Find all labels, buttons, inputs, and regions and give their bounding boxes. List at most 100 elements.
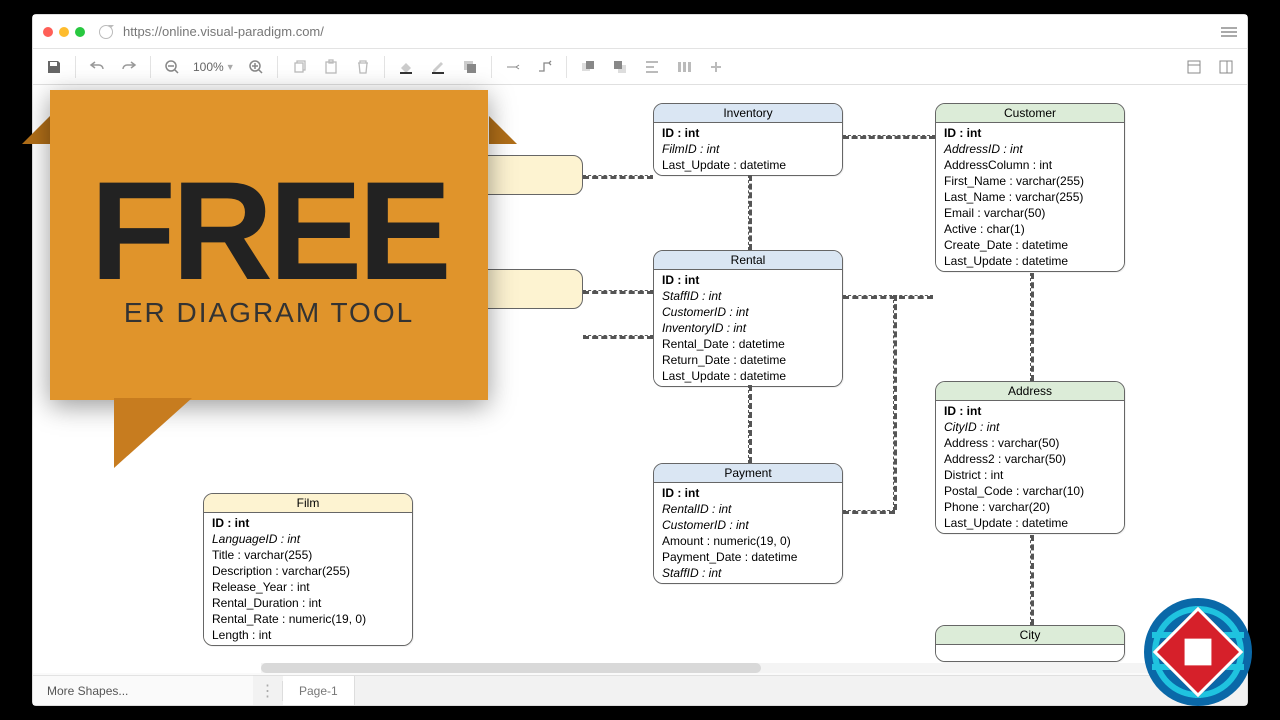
distribute-icon[interactable] bbox=[669, 53, 699, 81]
zoom-in-icon[interactable] bbox=[241, 53, 271, 81]
line-color-icon[interactable] bbox=[423, 53, 453, 81]
entity-field: Description : varchar(255) bbox=[204, 563, 412, 579]
entity-field: AddressColumn : int bbox=[936, 157, 1124, 173]
entity-rental[interactable]: Rental ID : intStaffID : intCustomerID :… bbox=[653, 250, 843, 387]
page-tabs: ⋮ Page-1 bbox=[253, 675, 1247, 705]
entity-title: City bbox=[936, 626, 1124, 645]
horizontal-scrollbar[interactable] bbox=[261, 663, 1225, 673]
entity-field: Rental_Duration : int bbox=[204, 595, 412, 611]
scrollbar-thumb[interactable] bbox=[261, 663, 761, 673]
entity-stub[interactable] bbox=[393, 269, 583, 309]
entity-field: Rental_Date : datetime bbox=[654, 336, 842, 352]
entity-field: Postal_Code : varchar(10) bbox=[936, 483, 1124, 499]
entity-field: Length : int bbox=[204, 627, 412, 643]
entity-field: Address : varchar(50) bbox=[936, 435, 1124, 451]
chevron-down-icon: ▼ bbox=[226, 62, 235, 72]
entity-city[interactable]: City bbox=[935, 625, 1125, 662]
entity-body: ID : intLanguageID : intTitle : varchar(… bbox=[204, 513, 412, 645]
entity-payment[interactable]: Payment ID : intRentalID : intCustomerID… bbox=[653, 463, 843, 584]
window-controls[interactable] bbox=[43, 27, 85, 37]
app-window: https://online.visual-paradigm.com/ 100%… bbox=[32, 14, 1248, 706]
zoom-level[interactable]: 100% ▼ bbox=[189, 60, 239, 74]
delete-icon[interactable] bbox=[348, 53, 378, 81]
entity-field: LanguageID : int bbox=[204, 531, 412, 547]
format-panel-icon[interactable] bbox=[1179, 53, 1209, 81]
align-icon[interactable] bbox=[637, 53, 667, 81]
undo-icon[interactable] bbox=[82, 53, 112, 81]
entity-field: Title : varchar(255) bbox=[204, 547, 412, 563]
entity-field: StaffID : int bbox=[654, 288, 842, 304]
save-icon[interactable] bbox=[39, 53, 69, 81]
entity-stub[interactable] bbox=[393, 155, 583, 195]
entity-body: ID : intFilmID : intLast_Update : dateti… bbox=[654, 123, 842, 175]
entity-film[interactable]: Film ID : intLanguageID : intTitle : var… bbox=[203, 493, 413, 646]
connector bbox=[843, 295, 933, 299]
waypoint-icon[interactable] bbox=[530, 53, 560, 81]
entity-body bbox=[936, 645, 1124, 661]
entity-customer[interactable]: Customer ID : intAddressID : intAddressC… bbox=[935, 103, 1125, 272]
to-back-icon[interactable] bbox=[605, 53, 635, 81]
add-page-icon[interactable]: ⋮ bbox=[253, 681, 283, 701]
visual-paradigm-logo-icon bbox=[1144, 598, 1252, 706]
connector bbox=[583, 335, 653, 339]
entity-field: Last_Update : datetime bbox=[654, 368, 842, 384]
entity-address[interactable]: Address ID : intCityID : intAddress : va… bbox=[935, 381, 1125, 534]
shadow-icon[interactable] bbox=[455, 53, 485, 81]
entity-field: Last_Name : varchar(255) bbox=[936, 189, 1124, 205]
toolbar: 100% ▼ bbox=[33, 49, 1247, 85]
entity-body: ID : intCityID : intAddress : varchar(50… bbox=[936, 401, 1124, 533]
connector bbox=[843, 135, 935, 139]
entity-field: ID : int bbox=[654, 485, 842, 501]
more-shapes-link[interactable]: More Shapes... bbox=[33, 675, 253, 705]
entity-field: Payment_Date : datetime bbox=[654, 549, 842, 565]
entity-field: Create_Date : datetime bbox=[936, 237, 1124, 253]
entity-title: Film bbox=[204, 494, 412, 513]
entity-title: Inventory bbox=[654, 104, 842, 123]
entity-field: Rental_Rate : numeric(19, 0) bbox=[204, 611, 412, 627]
close-icon[interactable] bbox=[43, 27, 53, 37]
entity-field: Address2 : varchar(50) bbox=[936, 451, 1124, 467]
browser-bar: https://online.visual-paradigm.com/ bbox=[33, 15, 1247, 49]
entity-field: Phone : varchar(20) bbox=[936, 499, 1124, 515]
entity-field: District : int bbox=[936, 467, 1124, 483]
minimize-icon[interactable] bbox=[59, 27, 69, 37]
paste-icon[interactable] bbox=[316, 53, 346, 81]
hamburger-icon[interactable] bbox=[1221, 27, 1237, 37]
zoom-value: 100% bbox=[193, 60, 224, 74]
entity-field: CustomerID : int bbox=[654, 517, 842, 533]
diagram-canvas[interactable]: Inventory ID : intFilmID : intLast_Updat… bbox=[33, 85, 1247, 673]
entity-field: AddressID : int bbox=[936, 141, 1124, 157]
entity-field: ID : int bbox=[204, 515, 412, 531]
connector bbox=[1030, 273, 1034, 381]
tab-page-1[interactable]: Page-1 bbox=[283, 676, 355, 705]
connector bbox=[843, 510, 895, 514]
zoom-out-icon[interactable] bbox=[157, 53, 187, 81]
outline-panel-icon[interactable] bbox=[1211, 53, 1241, 81]
fill-color-icon[interactable] bbox=[391, 53, 421, 81]
entity-field: FilmID : int bbox=[654, 141, 842, 157]
entity-field: ID : int bbox=[654, 272, 842, 288]
entity-field: ID : int bbox=[936, 403, 1124, 419]
entity-field: Amount : numeric(19, 0) bbox=[654, 533, 842, 549]
entity-field: Last_Update : datetime bbox=[936, 253, 1124, 269]
redo-icon[interactable] bbox=[114, 53, 144, 81]
to-front-icon[interactable] bbox=[573, 53, 603, 81]
connector bbox=[583, 290, 653, 294]
copy-icon[interactable] bbox=[284, 53, 314, 81]
entity-field: ID : int bbox=[936, 125, 1124, 141]
entity-field: StaffID : int bbox=[654, 565, 842, 581]
entity-inventory[interactable]: Inventory ID : intFilmID : intLast_Updat… bbox=[653, 103, 843, 176]
entity-field: First_Name : varchar(255) bbox=[936, 173, 1124, 189]
address-bar[interactable]: https://online.visual-paradigm.com/ bbox=[123, 24, 1221, 39]
connector bbox=[1030, 535, 1034, 625]
connector bbox=[583, 175, 653, 179]
entity-title: Address bbox=[936, 382, 1124, 401]
entity-body: ID : intStaffID : intCustomerID : intInv… bbox=[654, 270, 842, 386]
maximize-icon[interactable] bbox=[75, 27, 85, 37]
connector-style-icon[interactable] bbox=[498, 53, 528, 81]
refresh-icon[interactable] bbox=[99, 25, 113, 39]
entity-field: CustomerID : int bbox=[654, 304, 842, 320]
entity-body: ID : intRentalID : intCustomerID : intAm… bbox=[654, 483, 842, 583]
add-icon[interactable] bbox=[701, 53, 731, 81]
entity-title: Payment bbox=[654, 464, 842, 483]
